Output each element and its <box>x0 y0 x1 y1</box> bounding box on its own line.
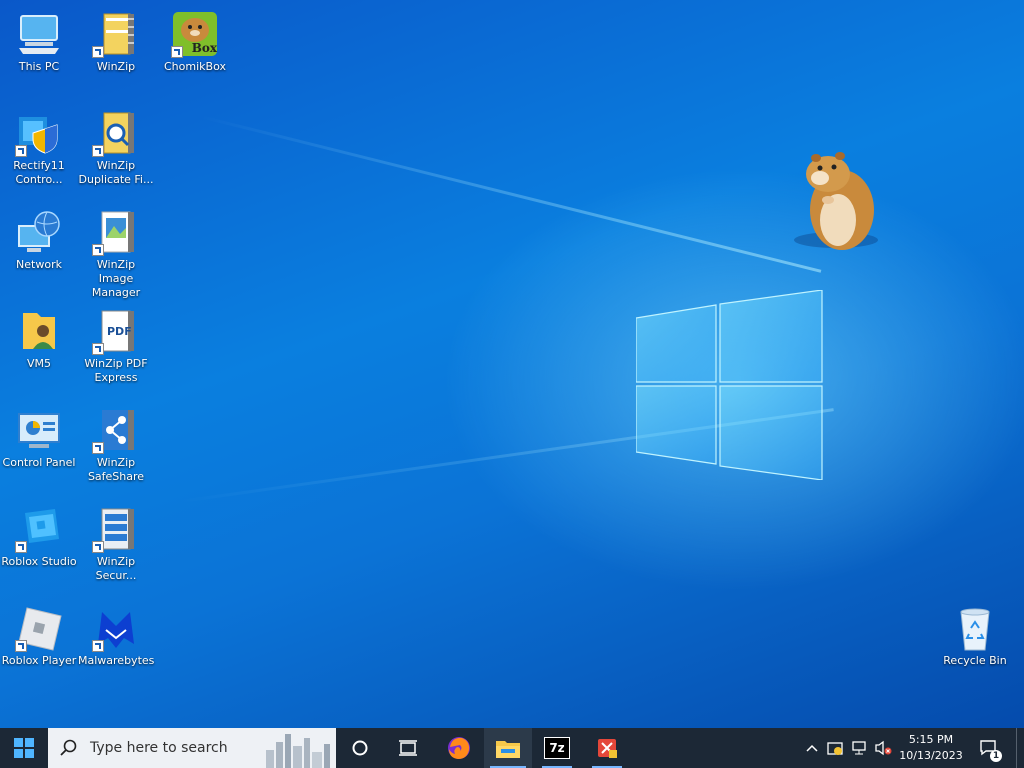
shortcut-arrow-icon <box>92 145 104 157</box>
light-beam <box>199 115 822 273</box>
search-icon <box>60 739 77 756</box>
firefox-icon <box>448 737 470 759</box>
winzip-image-icon <box>92 208 140 256</box>
windows-start-icon <box>14 738 34 758</box>
desktop-icon-winzip-duplicate[interactable]: WinZip Duplicate Fi... <box>78 103 154 187</box>
start-button[interactable] <box>0 728 48 768</box>
shortcut-arrow-icon <box>15 640 27 652</box>
shortcut-arrow-icon <box>15 541 27 553</box>
taskbar-firefox[interactable] <box>438 728 480 768</box>
volume-muted-icon <box>875 740 892 756</box>
shortcut-arrow-icon <box>171 46 183 58</box>
this-pc-icon <box>15 10 63 58</box>
desktop-icon-roblox-studio[interactable]: Roblox Studio <box>1 499 77 569</box>
shortcut-arrow-icon <box>92 640 104 652</box>
shortcut-arrow-icon <box>92 343 104 355</box>
shortcut-arrow-icon <box>92 244 104 256</box>
sevenzip-icon: 7z <box>544 737 570 759</box>
desktop-icon-this-pc[interactable]: This PC <box>1 4 77 74</box>
rectify11-icon <box>15 109 63 157</box>
file-explorer-icon <box>496 741 520 758</box>
recycle-bin-icon <box>951 604 999 652</box>
network-status-icon <box>852 741 866 755</box>
winzip-duplicate-icon <box>92 109 140 157</box>
show-desktop-button[interactable] <box>1016 728 1024 768</box>
taskbar-search-box[interactable]: Type here to search <box>48 728 336 768</box>
chomikbox-badge: Box <box>191 41 217 55</box>
winzip-safeshare-icon <box>92 406 140 454</box>
cortana-button[interactable] <box>340 728 380 768</box>
clock-date: 10/13/2023 <box>899 749 963 762</box>
malwarebytes-icon <box>92 604 140 652</box>
user-folder-icon <box>15 307 63 355</box>
desktop-icon-control-panel[interactable]: Control Panel <box>1 400 77 470</box>
network-icon <box>15 208 63 256</box>
hamster-image <box>794 152 878 250</box>
desktop-icon-winzip-pdf-express[interactable]: PDF WinZip PDF Express <box>78 301 154 385</box>
tray-overflow-button[interactable] <box>802 728 822 768</box>
search-highlight-skyline-icon <box>266 734 330 768</box>
taskbar: Type here to search 7z 5:15 PM 10/13/202… <box>0 728 1024 768</box>
desktop-icon-recycle-bin[interactable]: Recycle Bin <box>937 598 1013 668</box>
roblox-player-icon <box>15 604 63 652</box>
roblox-studio-icon <box>15 505 63 553</box>
notification-count-badge: 1 <box>990 750 1002 762</box>
tray-clock[interactable]: 5:15 PM 10/13/2023 <box>896 728 966 768</box>
desktop-icon-winzip-image-manager[interactable]: WinZip Image Manager <box>78 202 154 300</box>
shortcut-arrow-icon <box>15 145 27 157</box>
tray-network-icon[interactable] <box>848 728 870 768</box>
shortcut-arrow-icon <box>92 541 104 553</box>
winzip-secure-icon <box>92 505 140 553</box>
clock-time: 5:15 PM <box>908 733 954 746</box>
task-view-button[interactable] <box>388 728 428 768</box>
winzip-icon <box>92 10 140 58</box>
action-center-button[interactable]: 1 <box>972 728 1006 768</box>
control-panel-icon <box>15 406 63 454</box>
taskbar-app-red[interactable] <box>586 728 628 768</box>
red-app-icon <box>598 739 617 758</box>
chevron-up-icon <box>806 744 818 752</box>
desktop-icon-chomikbox[interactable]: Box ChomikBox <box>157 4 233 74</box>
cortana-circle-icon <box>352 740 368 756</box>
tray-volume-icon[interactable] <box>872 728 894 768</box>
shortcut-arrow-icon <box>92 442 104 454</box>
desktop-icon-winzip-secure[interactable]: WinZip Secur... <box>78 499 154 583</box>
winzip-pdf-icon: PDF <box>92 307 140 355</box>
desktop-icon-malwarebytes[interactable]: Malwarebytes <box>78 598 154 668</box>
pdf-badge: PDF <box>107 325 132 338</box>
chomikbox-icon: Box <box>171 10 219 58</box>
desktop-icon-vm5[interactable]: VM5 <box>1 301 77 371</box>
desktop-icon-roblox-player[interactable]: Roblox Player <box>1 598 77 668</box>
taskbar-7zip[interactable]: 7z <box>536 728 578 768</box>
search-placeholder: Type here to search <box>90 740 228 756</box>
tray-security-icon[interactable] <box>824 728 846 768</box>
windows-wallpaper-logo <box>636 290 823 480</box>
taskbar-file-explorer[interactable] <box>484 728 532 768</box>
shortcut-arrow-icon <box>92 46 104 58</box>
security-shield-icon <box>827 742 843 755</box>
desktop-icon-winzip[interactable]: WinZip <box>78 4 154 74</box>
desktop-icon-winzip-safeshare[interactable]: WinZip SafeShare <box>78 400 154 484</box>
desktop-icon-rectify11[interactable]: Rectify11 Contro... <box>1 103 77 187</box>
desktop-icon-network[interactable]: Network <box>1 202 77 272</box>
task-view-icon <box>399 740 417 756</box>
